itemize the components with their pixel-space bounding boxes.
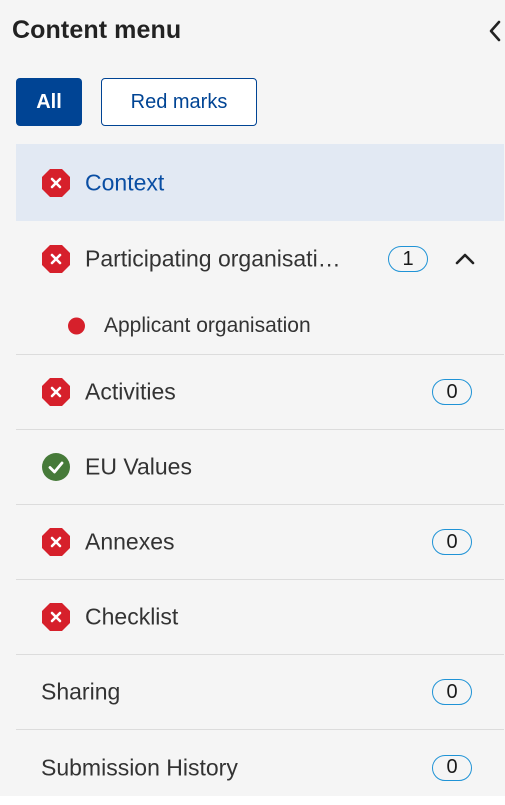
filter-red-marks-button[interactable]: Red marks [101, 78, 257, 126]
content-menu-list: Context Participating organisati… 1 Appl… [16, 144, 504, 805]
menu-item-label: Submission History [41, 754, 238, 780]
menu-item-label: Annexes [85, 528, 175, 555]
expand-toggle-button[interactable] [454, 248, 476, 270]
chevron-left-icon [489, 20, 501, 42]
count-badge: 0 [432, 379, 472, 405]
check-circle-icon [42, 453, 70, 481]
filter-all-button[interactable]: All [16, 78, 82, 126]
menu-item-label: Checklist [85, 603, 179, 630]
error-octagon-icon [42, 245, 70, 273]
collapse-menu-button[interactable] [485, 16, 505, 46]
error-octagon-icon [42, 528, 70, 556]
menu-item-checklist[interactable]: Checklist [16, 580, 504, 655]
content-menu-title: Content menu [12, 16, 182, 44]
menu-item-sharing[interactable]: Sharing 0 [16, 655, 504, 730]
menu-item-submission-history[interactable]: Submission History 0 [16, 730, 504, 805]
error-octagon-icon [42, 603, 70, 631]
count-badge: 0 [432, 754, 472, 781]
red-dot-icon [68, 317, 85, 334]
error-octagon-icon [42, 378, 70, 406]
menu-item-activities[interactable]: Activities 0 [16, 355, 504, 430]
menu-item-label: Context [85, 169, 165, 195]
error-octagon-icon [42, 168, 70, 197]
chevron-up-icon [455, 253, 475, 265]
menu-item-annexes[interactable]: Annexes 0 [16, 505, 504, 580]
menu-item-label: Sharing [41, 678, 121, 705]
count-badge: 0 [432, 529, 472, 555]
menu-item-context[interactable]: Context [16, 144, 504, 221]
menu-item-label: Participating organisati… [85, 245, 341, 272]
menu-item-participating-organisations[interactable]: Participating organisati… 1 [16, 221, 504, 297]
count-badge: 1 [388, 246, 428, 272]
menu-item-label: Activities [85, 378, 176, 405]
count-badge: 0 [432, 679, 472, 705]
content-menu-header: Content menu [12, 14, 505, 50]
menu-item-eu-values[interactable]: EU Values [16, 430, 504, 505]
content-menu-panel: Content menu All Red marks Context Parti… [0, 0, 505, 796]
submenu-item-applicant-organisation[interactable]: Applicant organisation [16, 297, 504, 355]
menu-item-label: EU Values [85, 453, 192, 480]
submenu-item-label: Applicant organisation [104, 313, 311, 337]
